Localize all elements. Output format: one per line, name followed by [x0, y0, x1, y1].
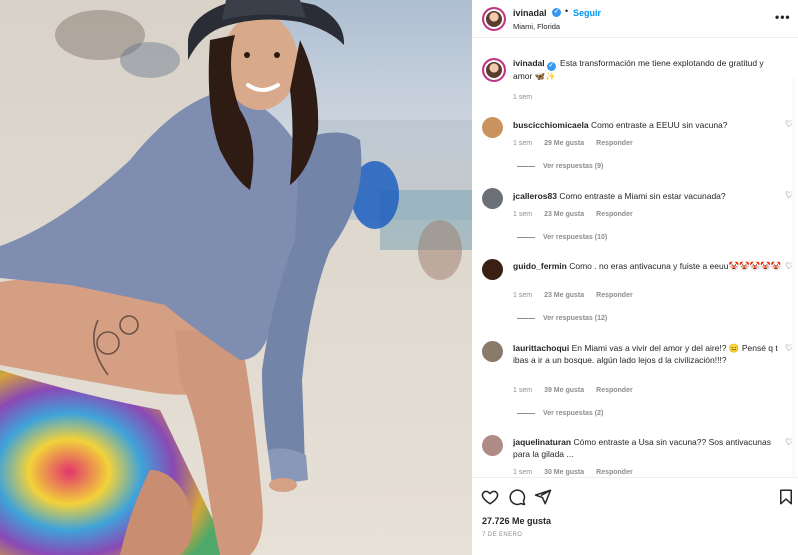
reply-button[interactable]: Responder	[596, 469, 633, 476]
verified-badge-icon: ✓	[552, 8, 561, 17]
caption-avatar[interactable]	[482, 58, 506, 82]
comment-likes[interactable]: 23 Me gusta	[544, 211, 584, 218]
comment-time: 1 sem	[513, 211, 533, 218]
comment-likes[interactable]: 29 Me gusta	[544, 140, 584, 147]
comment-time: 1 sem	[513, 140, 533, 147]
commenter-avatar[interactable]	[482, 259, 503, 280]
more-options-icon[interactable]: •••	[775, 10, 791, 24]
view-replies-label: Ver respuestas (2)	[543, 410, 604, 417]
comment-meta: 1 sem 39 Me gusta Responder	[513, 387, 645, 394]
author-username[interactable]: ivinadal	[513, 8, 547, 18]
bookmark-icon[interactable]	[777, 488, 795, 506]
verified-badge-icon: ✓	[546, 62, 556, 71]
comment-time: 1 sem	[513, 469, 533, 476]
comment-text-block: laurittachoqui En Miami vas a vivir del …	[513, 342, 783, 366]
commenter-avatar[interactable]	[482, 117, 503, 138]
post-detail-panel: ivinadal ✓ • Seguir Miami, Florida ••• i…	[472, 0, 798, 555]
caption-text-block: ivinadal ✓ Esta transformación me tiene e…	[513, 57, 783, 82]
comment-meta: 1 sem 30 Me gusta Responder	[513, 469, 645, 476]
replies-divider	[517, 236, 535, 238]
replies-divider	[517, 165, 535, 167]
post-photo[interactable]	[0, 0, 472, 555]
reply-button[interactable]: Responder	[596, 292, 633, 299]
post-location[interactable]: Miami, Florida	[513, 22, 560, 31]
comment-time: 1 sem	[513, 292, 533, 299]
comment-meta: 1 sem 23 Me gusta Responder	[513, 211, 645, 218]
comment-text-block: guido_fermin Como . no eras antivacuna y…	[513, 260, 783, 272]
comment-meta: 1 sem 29 Me gusta Responder	[513, 140, 645, 147]
commenter-username[interactable]: guido_fermin	[513, 261, 567, 271]
commenter-username[interactable]: laurittachoqui	[513, 343, 569, 353]
separator-dot: •	[565, 6, 569, 16]
comment-icon[interactable]	[508, 488, 526, 506]
beach-photo-illustration	[0, 0, 472, 555]
comment-text-block: jaquelinaturan Cómo entraste a Usa sin v…	[513, 436, 783, 460]
view-replies-label: Ver respuestas (10)	[543, 234, 608, 241]
commenter-avatar[interactable]	[482, 341, 503, 362]
reply-button[interactable]: Responder	[596, 140, 633, 147]
replies-divider	[517, 412, 535, 414]
share-icon[interactable]	[534, 488, 552, 506]
comments-section[interactable]: ivinadal ✓ Esta transformación me tiene e…	[472, 38, 798, 477]
commenter-avatar[interactable]	[482, 435, 503, 456]
view-replies-button[interactable]: Ver respuestas (12)	[517, 315, 607, 322]
comment-text: Como entraste a EEUU sin vacuna?	[590, 120, 728, 130]
view-replies-button[interactable]: Ver respuestas (10)	[517, 234, 607, 241]
comment-likes[interactable]: 23 Me gusta	[544, 292, 584, 299]
comment-time: 1 sem	[513, 387, 533, 394]
view-replies-label: Ver respuestas (9)	[543, 163, 604, 170]
author-avatar[interactable]	[482, 7, 506, 31]
heart-icon[interactable]	[481, 488, 499, 506]
comment-text-block: jcalleros83 Como entraste a Miami sin es…	[513, 190, 783, 202]
caption-username[interactable]: ivinadal	[513, 58, 545, 68]
comments-scrollbar[interactable]	[792, 78, 796, 477]
comment-likes[interactable]: 39 Me gusta	[544, 387, 584, 394]
post-likes-count[interactable]: 27.726 Me gusta	[482, 516, 551, 526]
comment-text: Como . no eras antivacuna y fuiste a eeu…	[569, 261, 782, 271]
comment-text: Como entraste a Miami sin estar vacunada…	[559, 191, 726, 201]
reply-button[interactable]: Responder	[596, 387, 633, 394]
reply-button[interactable]: Responder	[596, 211, 633, 218]
post-header: ivinadal ✓ • Seguir Miami, Florida •••	[472, 0, 798, 38]
post-date: 7 DE ENERO	[482, 532, 523, 538]
commenter-username[interactable]: jcalleros83	[513, 191, 557, 201]
post-actions-bar: 27.726 Me gusta 7 DE ENERO	[472, 477, 798, 555]
view-replies-button[interactable]: Ver respuestas (2)	[517, 410, 603, 417]
comment-meta: 1 sem 23 Me gusta Responder	[513, 292, 645, 299]
commenter-username[interactable]: jaquelinaturan	[513, 437, 571, 447]
comment-likes[interactable]: 30 Me gusta	[544, 469, 584, 476]
commenter-avatar[interactable]	[482, 188, 503, 209]
caption-time: 1 sem	[513, 94, 533, 101]
view-replies-label: Ver respuestas (12)	[543, 315, 608, 322]
replies-divider	[517, 317, 535, 319]
commenter-username[interactable]: buscicchiomicaela	[513, 120, 589, 130]
follow-button[interactable]: Seguir	[573, 8, 601, 18]
comment-text-block: buscicchiomicaela Como entraste a EEUU s…	[513, 119, 783, 131]
view-replies-button[interactable]: Ver respuestas (9)	[517, 163, 603, 170]
